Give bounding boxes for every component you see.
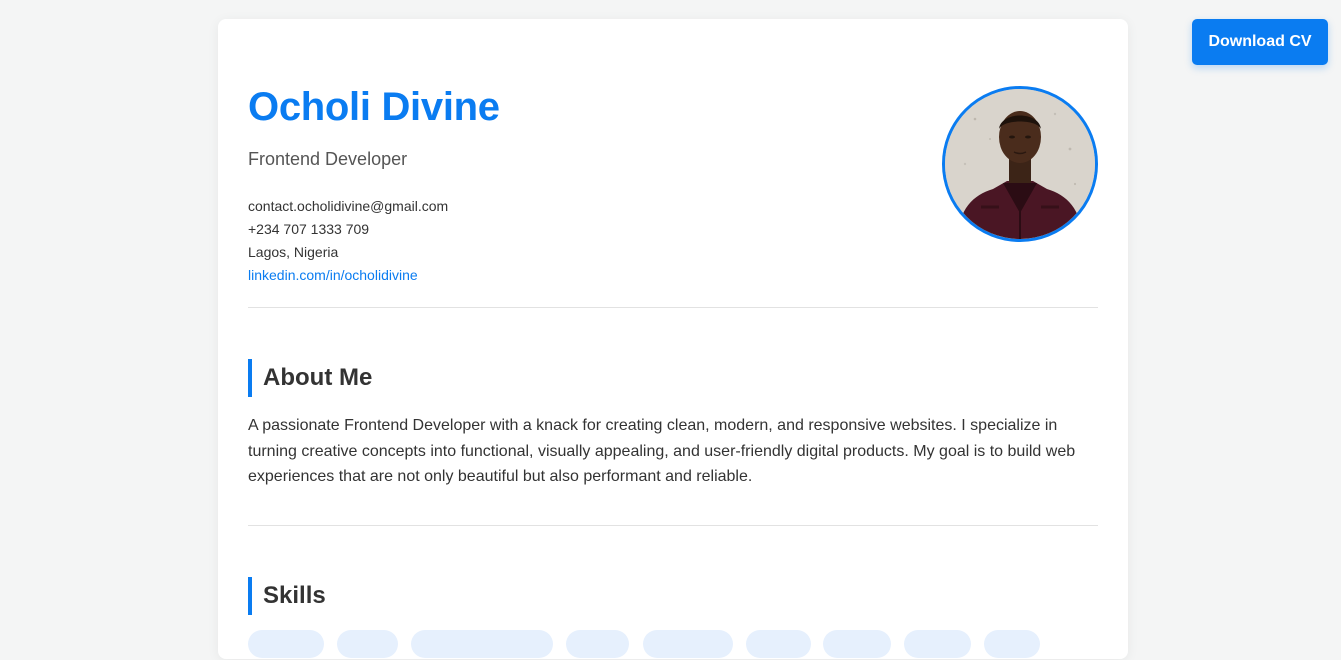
avatar [942, 86, 1098, 242]
skill-pill [643, 630, 733, 658]
about-text: A passionate Frontend Developer with a k… [248, 417, 1076, 485]
profile-role: Frontend Developer [248, 149, 408, 169]
contact-linkedin-link[interactable]: linkedin.com/in/ocholidivine [248, 267, 418, 283]
about-heading: About Me [248, 359, 372, 397]
skills-heading: Skills [248, 577, 326, 615]
skill-pill [746, 630, 811, 658]
skill-pill [337, 630, 398, 658]
header-divider [248, 307, 1098, 308]
contact-email: contact.ocholidivine@gmail.com [248, 198, 449, 214]
skill-pill [823, 630, 891, 658]
skill-pill [904, 630, 971, 658]
skill-pill [566, 630, 629, 658]
skill-pill [248, 630, 324, 658]
cv-card: Ocholi Divine Frontend Developer contact… [218, 19, 1128, 659]
contact-location: Lagos, Nigeria [248, 244, 339, 260]
contact-phone: +234 707 1333 709 [248, 221, 370, 237]
skill-pill [411, 630, 553, 658]
profile-name: Ocholi Divine [248, 85, 500, 129]
download-cv-button[interactable]: Download CV [1192, 19, 1328, 65]
skill-pill [984, 630, 1040, 658]
contact-info: contact.ocholidivine@gmail.com +234 707 … [248, 195, 448, 287]
profile-photo [945, 89, 1095, 239]
about-divider [248, 525, 1098, 526]
